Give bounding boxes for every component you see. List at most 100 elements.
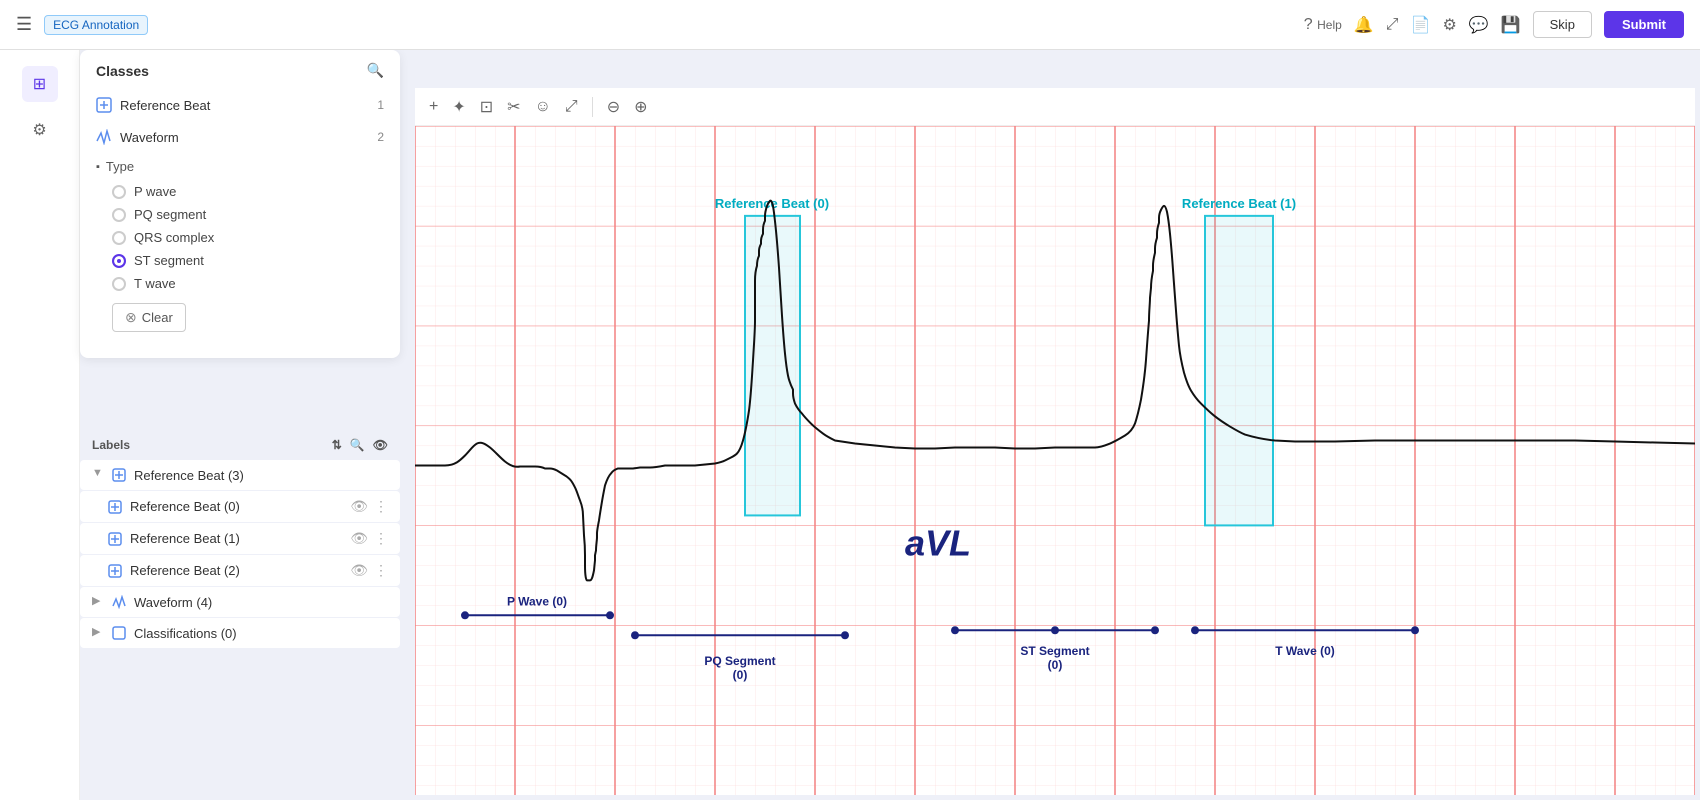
labels-visibility-icon[interactable]: 👁 <box>373 438 388 452</box>
search-icon[interactable]: 🔍 <box>367 62 384 79</box>
label-row-classifications[interactable]: ▶ Classifications (0) <box>80 618 400 648</box>
class-reference-beat-label: Reference Beat <box>120 98 210 113</box>
cut-tool[interactable]: ✂ <box>507 97 520 117</box>
clear-icon: ⊗ <box>125 309 137 326</box>
canvas-area: Reference Beat (0) Reference Beat (1) aV… <box>415 126 1695 795</box>
labels-header: Labels ⇅ 🔍 👁 <box>80 430 400 460</box>
ref-beat-icon-3 <box>112 467 128 483</box>
labels-header-icons: ⇅ 🔍 👁 <box>332 438 388 452</box>
download-icon[interactable]: 📄 <box>1411 15 1431 35</box>
class-waveform-count: 2 <box>377 130 384 144</box>
svg-text:P Wave (0): P Wave (0) <box>507 594 567 608</box>
labels-title: Labels <box>92 438 130 452</box>
radio-pq-circle <box>112 208 126 222</box>
labels-search-icon[interactable]: 🔍 <box>350 438 365 452</box>
radio-t-wave-circle <box>112 277 126 291</box>
expand-tool[interactable]: ⤢ <box>565 98 578 116</box>
visibility-icon-1[interactable]: 👁 <box>350 530 368 547</box>
label-row-ref-beat-3[interactable]: ▼ Reference Beat (3) <box>80 460 400 490</box>
chat-icon[interactable]: 💬 <box>1469 15 1489 35</box>
ref-beat-icon-2 <box>108 563 124 579</box>
more-icon-0[interactable]: ⋮ <box>374 498 388 515</box>
svg-text:ST Segment: ST Segment <box>1020 644 1089 658</box>
label-ref-beat-3-text: Reference Beat (3) <box>134 468 244 483</box>
radio-t-wave[interactable]: T wave <box>96 272 384 295</box>
ref-beat-icon-1 <box>108 531 124 547</box>
topbar: ☰ ECG Annotation ? Help 🔔 ⤢ 📄 ⚙ 💬 💾 Skip… <box>0 0 1700 50</box>
expand-icon-3[interactable]: ▼ <box>92 467 108 483</box>
more-icon-2[interactable]: ⋮ <box>374 562 388 579</box>
brightness-tool[interactable]: ✦ <box>452 97 465 117</box>
ecg-svg: Reference Beat (0) Reference Beat (1) aV… <box>415 126 1695 795</box>
bell-icon[interactable]: 🔔 <box>1354 15 1374 35</box>
visibility-icon-0[interactable]: 👁 <box>350 498 368 515</box>
clear-label: Clear <box>142 310 173 325</box>
more-icon-1[interactable]: ⋮ <box>374 530 388 547</box>
canvas-toolbar: + ✦ ⊡ ✂ ☺ ⤢ ⊖ ⊕ <box>415 88 1695 126</box>
classes-title: Classes <box>96 63 149 79</box>
skip-button[interactable]: Skip <box>1533 11 1592 38</box>
label-ref-beat-1-text: Reference Beat (1) <box>130 531 240 546</box>
app-tag: ECG Annotation <box>44 15 148 35</box>
expand-icon-class[interactable]: ▶ <box>92 625 108 641</box>
zoom-in-tool[interactable]: ⊕ <box>634 97 647 117</box>
svg-text:(0): (0) <box>733 668 748 682</box>
labels-panel: Labels ⇅ 🔍 👁 ▼ Reference Beat (3) Refere… <box>80 430 400 649</box>
svg-text:PQ Segment: PQ Segment <box>704 654 775 668</box>
type-collapse-icon[interactable]: ▪ <box>96 161 100 173</box>
sidebar-left: ⊞ ⚙ <box>0 50 80 800</box>
label-waveform-4-text: Waveform (4) <box>134 595 212 610</box>
svg-text:T Wave (0): T Wave (0) <box>1275 644 1335 658</box>
class-item-reference-beat[interactable]: Reference Beat 1 <box>80 89 400 121</box>
settings-icon[interactable]: ⚙ <box>1442 15 1456 35</box>
waveform-label-icon <box>112 594 128 610</box>
label-row-2-actions: 👁 ⋮ <box>350 562 388 579</box>
label-row-waveform-4[interactable]: ▶ Waveform (4) <box>80 587 400 617</box>
ref-beat-icon-0 <box>108 499 124 515</box>
class-waveform-label: Waveform <box>120 130 179 145</box>
topbar-right: ? Help 🔔 ⤢ 📄 ⚙ 💬 💾 Skip Submit <box>1304 11 1684 38</box>
radio-pq-label: PQ segment <box>134 207 206 222</box>
radio-t-wave-label: T wave <box>134 276 176 291</box>
toolbar-divider <box>592 97 593 117</box>
svg-text:aVL: aVL <box>905 522 971 563</box>
visibility-icon-2[interactable]: 👁 <box>350 562 368 579</box>
label-ref-beat-2-text: Reference Beat (2) <box>130 563 240 578</box>
radio-p-wave[interactable]: P wave <box>96 180 384 203</box>
clear-button[interactable]: ⊗ Clear <box>112 303 186 332</box>
label-ref-beat-0-text: Reference Beat (0) <box>130 499 240 514</box>
radio-p-wave-circle <box>112 185 126 199</box>
radio-st-label: ST segment <box>134 253 204 268</box>
save-icon[interactable]: 💾 <box>1501 15 1521 35</box>
label-row-ref-beat-1[interactable]: Reference Beat (1) 👁 ⋮ <box>80 523 400 554</box>
share-icon[interactable]: ⤢ <box>1386 16 1399 34</box>
add-tool[interactable]: + <box>429 98 438 116</box>
classes-header: Classes 🔍 <box>80 62 400 89</box>
radio-st-circle <box>112 254 126 268</box>
menu-icon[interactable]: ☰ <box>16 14 32 35</box>
waveform-icon <box>96 129 112 145</box>
sort-icon[interactable]: ⇅ <box>332 438 342 452</box>
emoji-tool[interactable]: ☺ <box>535 98 551 116</box>
type-header: ▪ Type <box>96 159 384 174</box>
radio-p-wave-label: P wave <box>134 184 176 199</box>
type-label: Type <box>106 159 134 174</box>
label-row-0-actions: 👁 ⋮ <box>350 498 388 515</box>
expand-icon-waveform[interactable]: ▶ <box>92 594 108 610</box>
sidebar-settings-icon[interactable]: ⚙ <box>22 112 58 148</box>
label-row-ref-beat-2[interactable]: Reference Beat (2) 👁 ⋮ <box>80 555 400 586</box>
radio-st-segment[interactable]: ST segment <box>96 249 384 272</box>
label-row-ref-beat-0[interactable]: Reference Beat (0) 👁 ⋮ <box>80 491 400 522</box>
radio-pq-segment[interactable]: PQ segment <box>96 203 384 226</box>
crop-tool[interactable]: ⊡ <box>480 97 493 117</box>
classifications-icon <box>112 625 128 641</box>
class-reference-beat-count: 1 <box>377 98 384 112</box>
help-icon[interactable]: ? Help <box>1304 16 1342 34</box>
sidebar-classes-icon[interactable]: ⊞ <box>22 66 58 102</box>
zoom-out-tool[interactable]: ⊖ <box>607 97 620 117</box>
submit-button[interactable]: Submit <box>1604 11 1684 38</box>
radio-qrs-complex[interactable]: QRS complex <box>96 226 384 249</box>
class-item-waveform[interactable]: Waveform 2 <box>80 121 400 153</box>
radio-qrs-circle <box>112 231 126 245</box>
reference-beat-icon <box>96 97 112 113</box>
